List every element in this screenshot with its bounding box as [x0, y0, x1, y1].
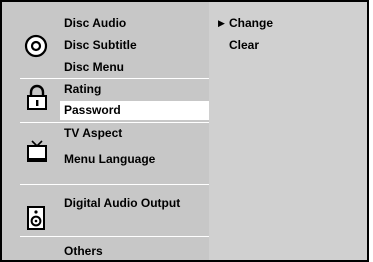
submenu-option-clear[interactable]: Clear	[229, 38, 259, 52]
tv-icon	[26, 140, 48, 167]
menu-item-disc-subtitle[interactable]: Disc Subtitle	[64, 38, 137, 52]
menu-item-digital-audio-output[interactable]: Digital Audio Output	[64, 196, 180, 210]
selection-pointer-icon: ▶	[218, 18, 225, 28]
speaker-icon	[27, 206, 45, 235]
disc-icon	[24, 34, 48, 63]
submenu-option-change[interactable]: Change	[229, 16, 273, 30]
menu-item-others[interactable]: Others	[64, 244, 103, 258]
menu-item-disc-menu[interactable]: Disc Menu	[64, 60, 124, 74]
menu-divider	[20, 122, 209, 123]
menu-item-menu-language[interactable]: Menu Language	[64, 152, 155, 166]
submenu-panel: ▶ Change Clear	[209, 2, 367, 260]
padlock-icon	[26, 84, 48, 115]
settings-menu-window: Disc Audio Disc Subtitle Disc Menu Ratin…	[0, 0, 369, 262]
settings-category-panel: Disc Audio Disc Subtitle Disc Menu Ratin…	[2, 2, 211, 260]
menu-item-tv-aspect[interactable]: TV Aspect	[64, 126, 122, 140]
menu-divider	[20, 184, 209, 185]
menu-divider	[20, 78, 209, 79]
menu-divider	[20, 236, 209, 237]
menu-item-disc-audio[interactable]: Disc Audio	[64, 16, 126, 30]
menu-item-password[interactable]: Password	[64, 103, 121, 117]
menu-item-rating[interactable]: Rating	[64, 82, 101, 96]
